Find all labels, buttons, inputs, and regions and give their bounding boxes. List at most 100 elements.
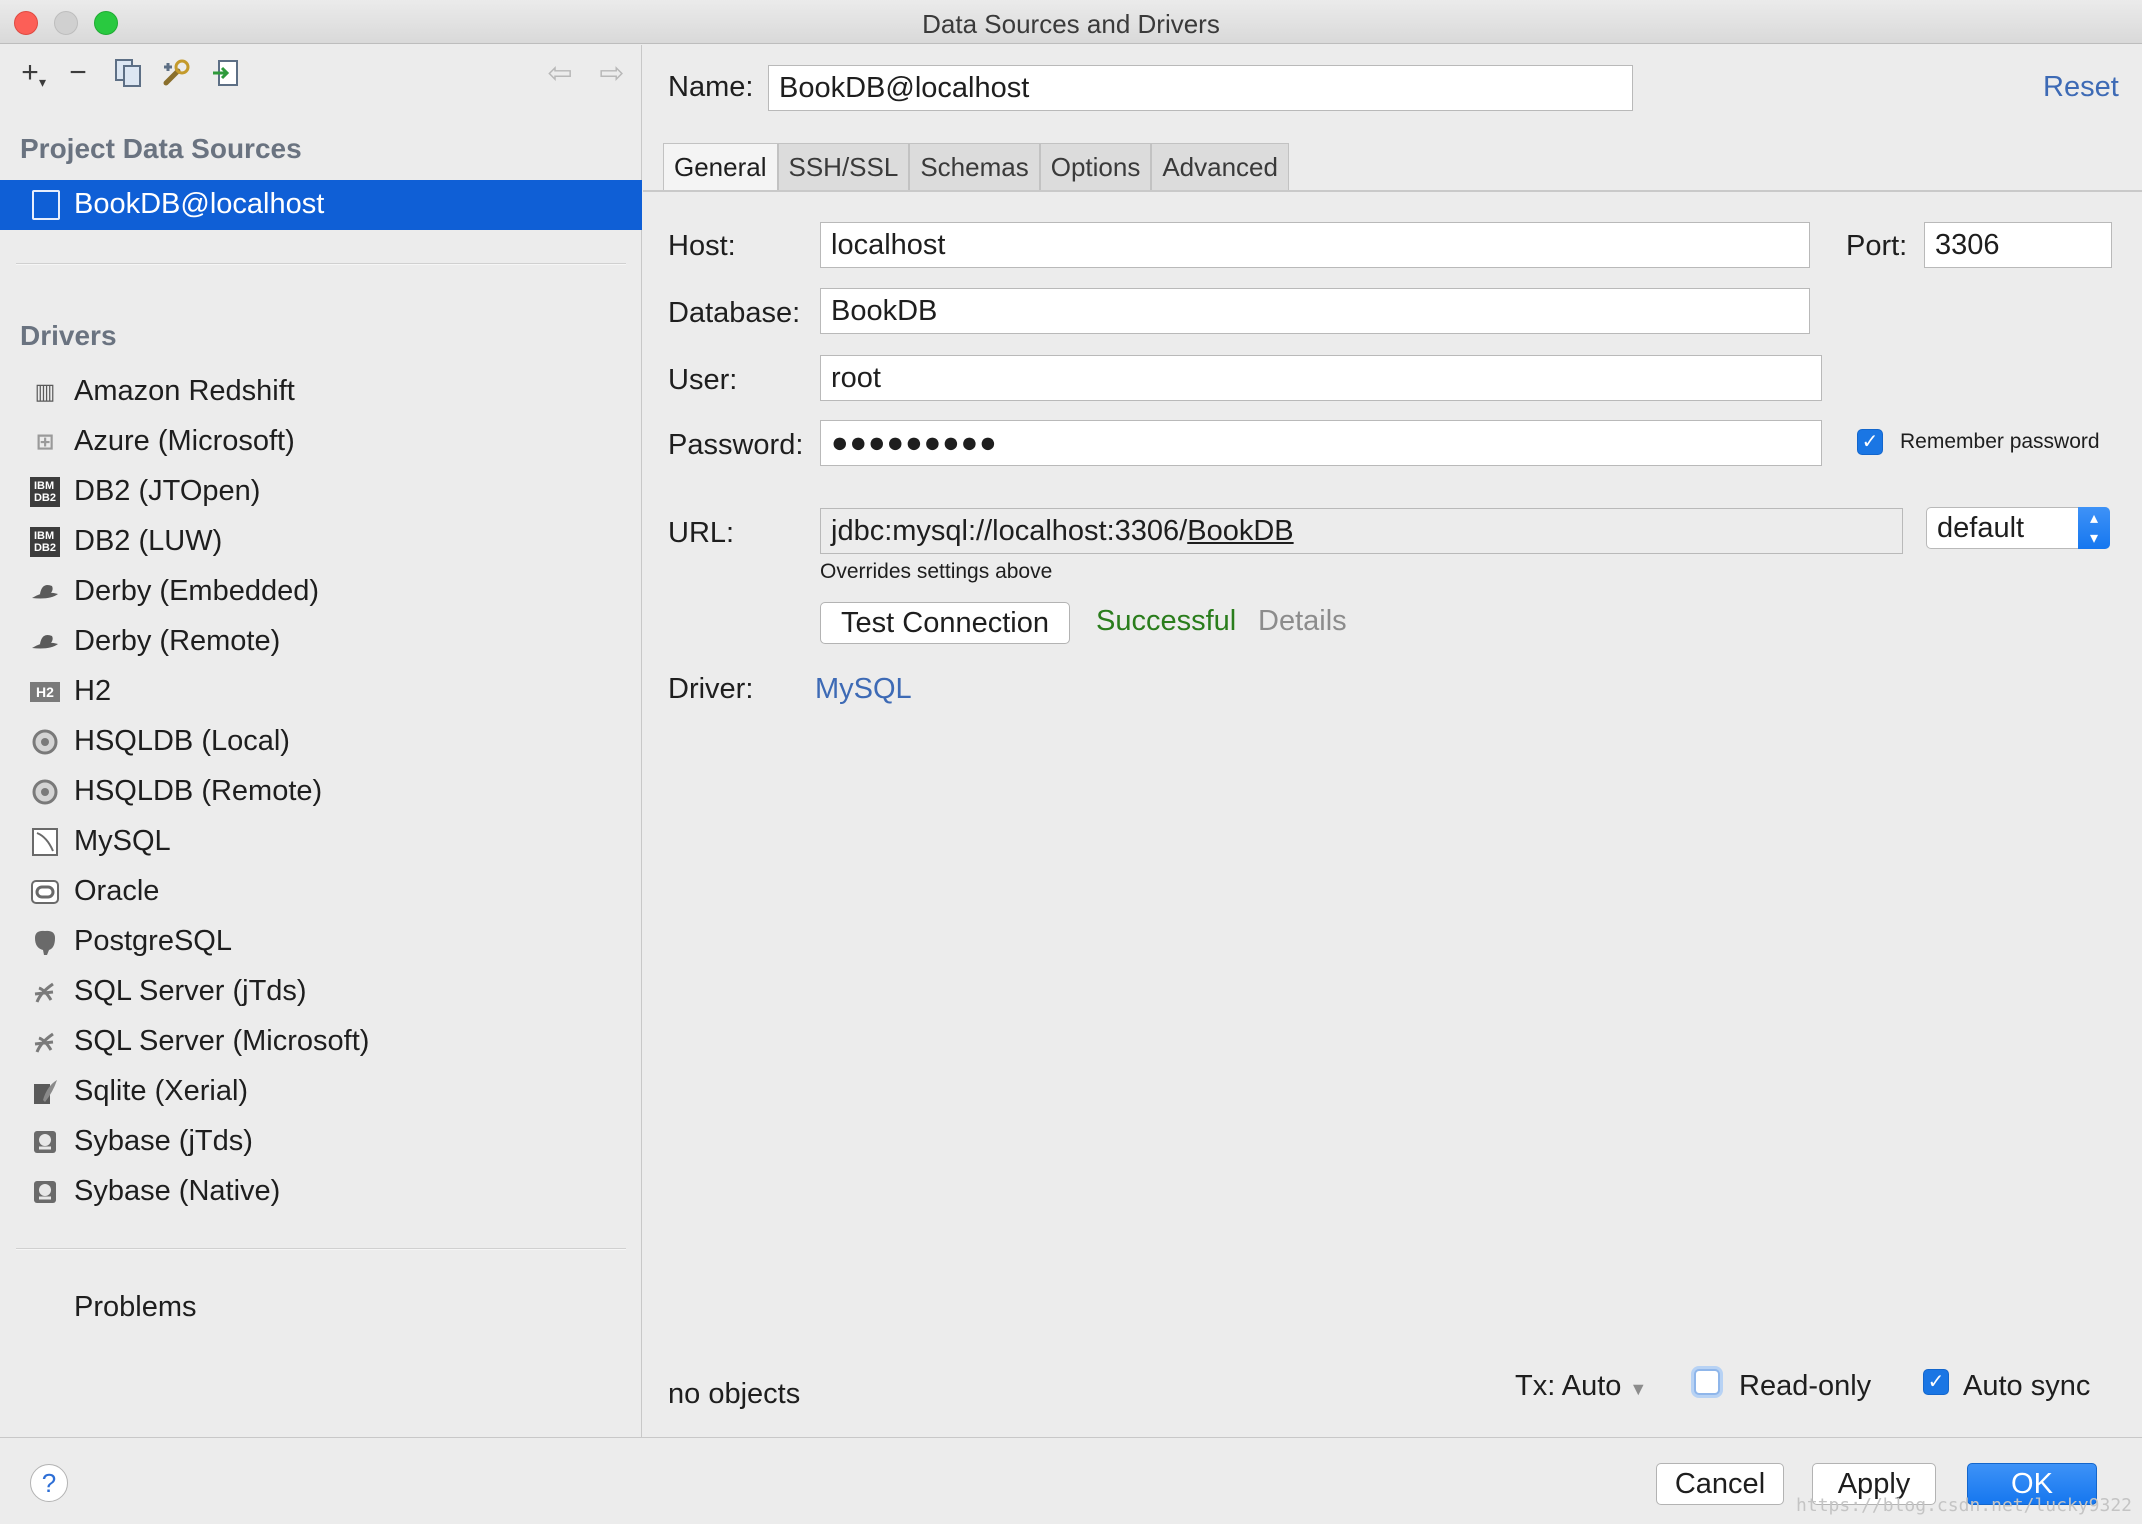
hsqldb-icon xyxy=(30,777,60,807)
tab-schemas[interactable]: Schemas xyxy=(909,143,1040,191)
driver-item-derby-remote[interactable]: Derby (Remote) xyxy=(0,617,642,667)
host-label: Host: xyxy=(668,230,736,262)
driver-label: SQL Server (jTds) xyxy=(74,975,307,1007)
host-field[interactable]: localhost xyxy=(820,222,1810,268)
test-connection-button[interactable]: Test Connection xyxy=(820,602,1070,644)
driver-item-sql-server-jtds[interactable]: SQL Server (jTds) xyxy=(0,967,642,1017)
url-field[interactable]: jdbc:mysql://localhost:3306/BookDB xyxy=(820,508,1903,554)
reset-link[interactable]: Reset xyxy=(2043,71,2119,104)
name-field[interactable]: BookDB@localhost xyxy=(768,65,1633,111)
data-source-item-bookdb[interactable]: BookDB@localhost xyxy=(0,180,642,230)
driver-item-postgresql[interactable]: PostgreSQL xyxy=(0,917,642,967)
connection-status: Successful xyxy=(1096,605,1237,637)
driver-item-sqlite[interactable]: Sqlite (Xerial) xyxy=(0,1067,642,1117)
tab-ssh-ssl[interactable]: SSH/SSL xyxy=(777,143,910,191)
driver-label: Sqlite (Xerial) xyxy=(74,1075,249,1107)
url-prefix: jdbc:mysql://localhost:3306/ xyxy=(831,515,1188,547)
remember-password-checkbox[interactable]: ✓ xyxy=(1857,429,1883,455)
updown-arrows-icon: ▴ ▾ xyxy=(2078,507,2110,549)
mysql-icon xyxy=(30,827,60,857)
driver-item-azure[interactable]: ⊞ Azure (Microsoft) xyxy=(0,417,642,467)
remove-icon[interactable]: − xyxy=(60,55,96,91)
driver-label: MySQL xyxy=(74,825,171,857)
tx-dropdown[interactable]: Tx: Auto ▼ xyxy=(1515,1370,1647,1403)
read-only-checkbox[interactable] xyxy=(1694,1369,1720,1395)
project-data-sources-heading: Project Data Sources xyxy=(20,133,302,164)
properties-wrench-icon[interactable] xyxy=(158,55,194,91)
details-link[interactable]: Details xyxy=(1258,605,1347,638)
driver-item-sql-server-microsoft[interactable]: SQL Server (Microsoft) xyxy=(0,1017,642,1067)
driver-label: SQL Server (Microsoft) xyxy=(74,1025,370,1057)
port-label: Port: xyxy=(1846,230,1908,262)
driver-item-oracle[interactable]: Oracle xyxy=(0,867,642,917)
drivers-heading: Drivers xyxy=(20,320,117,351)
user-field[interactable]: root xyxy=(820,355,1822,401)
driver-item-sybase-jtds[interactable]: Sybase (jTds) xyxy=(0,1117,642,1167)
cancel-button[interactable]: Cancel xyxy=(1656,1463,1784,1505)
auto-sync-label: Auto sync xyxy=(1963,1370,2091,1402)
data-source-label: BookDB@localhost xyxy=(74,188,325,220)
driver-label: PostgreSQL xyxy=(74,925,232,957)
driver-item-hsqldb-local[interactable]: HSQLDB (Local) xyxy=(0,717,642,767)
add-icon[interactable]: + ▾ xyxy=(12,55,48,91)
title-bar: Data Sources and Drivers xyxy=(0,0,2142,44)
url-database-link[interactable]: BookDB xyxy=(1187,515,1293,547)
tx-label: Tx: Auto xyxy=(1515,1370,1622,1402)
tab-divider xyxy=(643,190,2142,192)
driver-label: Sybase (Native) xyxy=(74,1175,281,1207)
url-mode-dropdown[interactable]: default ▴ ▾ xyxy=(1926,507,2110,549)
password-field[interactable]: ●●●●●●●●● xyxy=(820,420,1822,466)
driver-item-derby-embedded[interactable]: Derby (Embedded) xyxy=(0,567,642,617)
driver-item-amazon-redshift[interactable]: ▥ Amazon Redshift xyxy=(0,367,642,417)
url-mode-value: default xyxy=(1937,512,2025,544)
driver-item-db2-luw[interactable]: IBM DB2 DB2 (LUW) xyxy=(0,517,642,567)
driver-label: Amazon Redshift xyxy=(74,375,295,407)
database-label: Database: xyxy=(668,297,801,329)
forward-arrow-icon[interactable]: ⇨ xyxy=(594,55,630,91)
driver-label: Derby (Remote) xyxy=(74,625,281,657)
azure-icon: ⊞ xyxy=(35,429,55,454)
dialog-footer: ? Cancel Apply OK https://blog.csdn.net/… xyxy=(0,1437,2142,1524)
oracle-icon xyxy=(30,877,60,907)
mysql-icon xyxy=(32,190,60,220)
auto-sync-checkbox[interactable]: ✓ xyxy=(1923,1369,1949,1395)
driver-label: H2 xyxy=(74,675,112,707)
db2-icon: IBM DB2 xyxy=(30,527,60,557)
objects-status: no objects xyxy=(668,1378,801,1410)
redshift-icon: ▥ xyxy=(34,379,56,404)
url-label: URL: xyxy=(668,517,735,549)
derby-icon xyxy=(30,577,60,607)
right-panel: Name: BookDB@localhost Reset General SSH… xyxy=(643,45,2142,1437)
driver-label: Sybase (jTds) xyxy=(74,1125,253,1157)
tab-general[interactable]: General xyxy=(663,143,778,191)
sybase-icon xyxy=(30,1177,60,1207)
tab-options[interactable]: Options xyxy=(1039,143,1152,191)
driver-item-db2-jtopen[interactable]: IBM DB2 DB2 (JTOpen) xyxy=(0,467,642,517)
driver-item-hsqldb-remote[interactable]: HSQLDB (Remote) xyxy=(0,767,642,817)
driver-item-h2[interactable]: H2 H2 xyxy=(0,667,642,717)
remember-password-label: Remember password xyxy=(1900,430,2100,453)
window-title: Data Sources and Drivers xyxy=(922,9,1220,39)
driver-item-mysql[interactable]: MySQL xyxy=(0,817,642,867)
help-button[interactable]: ? xyxy=(30,1464,68,1502)
driver-item-sybase-native[interactable]: Sybase (Native) xyxy=(0,1167,642,1217)
driver-label: DB2 (JTOpen) xyxy=(74,475,261,507)
problems-item[interactable]: Problems xyxy=(74,1291,197,1324)
driver-link[interactable]: MySQL xyxy=(815,673,912,706)
driver-label: DB2 (LUW) xyxy=(74,525,223,557)
import-icon[interactable] xyxy=(208,55,244,91)
tab-advanced[interactable]: Advanced xyxy=(1151,143,1289,191)
database-field[interactable]: BookDB xyxy=(820,288,1810,334)
driver-label: HSQLDB (Local) xyxy=(74,725,290,757)
chevron-down-icon: ▼ xyxy=(1629,1379,1648,1399)
duplicate-icon[interactable] xyxy=(110,55,146,91)
back-arrow-icon[interactable]: ⇦ xyxy=(542,55,578,91)
watermark: https://blog.csdn.net/lucky9322 xyxy=(1796,1495,2132,1516)
driver-label: Azure (Microsoft) xyxy=(74,425,295,457)
postgresql-icon xyxy=(30,927,60,957)
overrides-note: Overrides settings above xyxy=(820,560,1053,583)
port-field[interactable]: 3306 xyxy=(1924,222,2112,268)
password-label: Password: xyxy=(668,429,804,461)
driver-label: Oracle xyxy=(74,875,160,907)
read-only-label: Read-only xyxy=(1739,1370,1872,1402)
